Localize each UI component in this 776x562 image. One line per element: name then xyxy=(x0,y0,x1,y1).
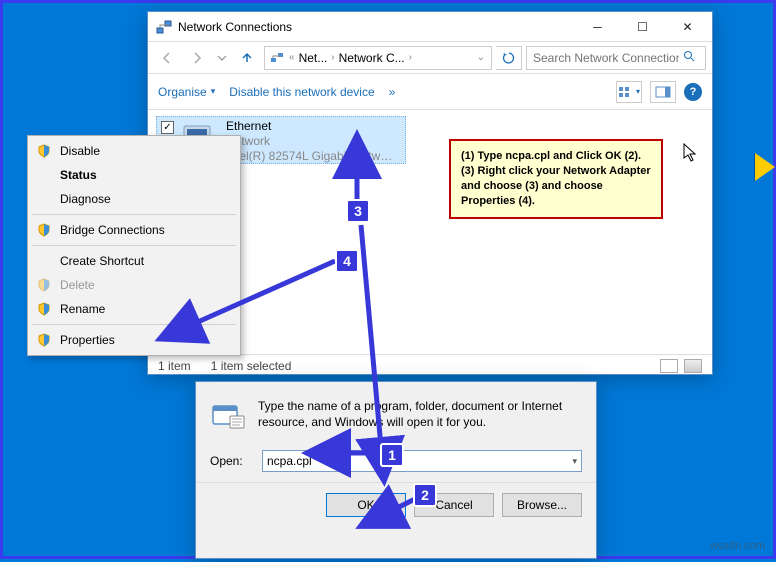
ctx-create-shortcut[interactable]: Create Shortcut xyxy=(30,249,238,273)
context-menu: Disable Status Diagnose Bridge Connectio… xyxy=(27,135,241,356)
breadcrumb-seg[interactable]: Net... xyxy=(299,51,328,65)
ctx-delete: Delete xyxy=(30,273,238,297)
thumbnails-icon xyxy=(618,86,634,98)
adapter-name: Ethernet xyxy=(226,119,396,134)
pane-icon xyxy=(655,86,671,98)
refresh-button[interactable] xyxy=(496,46,522,70)
open-combobox[interactable]: ncpa.cpl ▾ xyxy=(262,450,582,472)
adapter-checkbox[interactable]: ✓ xyxy=(161,121,174,134)
status-bar: 1 item 1 item selected xyxy=(148,354,712,376)
status-selected: 1 item selected xyxy=(211,359,292,373)
breadcrumb[interactable]: « Net... › Network C... › ⌄ xyxy=(264,46,492,70)
view-options-button[interactable]: ▾ xyxy=(616,81,642,103)
instruction-box: (1) Type ncpa.cpl and Click OK (2). (3) … xyxy=(449,139,663,219)
run-description: Type the name of a program, folder, docu… xyxy=(258,398,582,434)
ctx-rename[interactable]: Rename xyxy=(30,297,238,321)
separator xyxy=(32,245,236,246)
titlebar[interactable]: Network Connections ─ ☐ ✕ xyxy=(148,12,712,42)
cursor-icon xyxy=(683,143,699,168)
arrow-right-icon xyxy=(189,50,205,66)
network-icon xyxy=(156,19,172,35)
forward-button[interactable] xyxy=(184,45,210,71)
search-box[interactable] xyxy=(526,46,706,70)
network-folder-icon xyxy=(269,50,285,66)
window-title: Network Connections xyxy=(178,20,575,34)
run-dialog: Type the name of a program, folder, docu… xyxy=(195,381,597,559)
search-icon xyxy=(683,50,695,65)
shield-icon xyxy=(36,222,52,238)
ctx-status[interactable]: Status xyxy=(30,163,238,187)
badge-4: 4 xyxy=(335,249,359,273)
separator xyxy=(32,214,236,215)
details-view-icon[interactable] xyxy=(660,359,678,373)
run-icon xyxy=(210,398,246,434)
open-input-value[interactable]: ncpa.cpl xyxy=(267,454,312,468)
maximize-button[interactable]: ☐ xyxy=(620,13,665,41)
browse-button[interactable]: Browse... xyxy=(502,493,582,517)
close-button[interactable]: ✕ xyxy=(665,13,710,41)
help-button[interactable]: ? xyxy=(684,83,702,101)
adapter-status: Network xyxy=(226,134,396,149)
organise-menu[interactable]: Organise ▾ xyxy=(158,85,215,99)
edge-arrow-icon xyxy=(755,153,775,181)
breadcrumb-seg[interactable]: Network C... xyxy=(339,51,405,65)
search-input[interactable] xyxy=(533,51,679,65)
shield-icon xyxy=(36,332,52,348)
ctx-properties[interactable]: Properties xyxy=(30,328,238,352)
recent-dropdown[interactable] xyxy=(214,45,230,71)
badge-1: 1 xyxy=(380,443,404,467)
separator xyxy=(32,324,236,325)
adapter-device: Intel(R) 82574L Gigabit Network C... xyxy=(226,149,396,164)
open-label: Open: xyxy=(210,454,254,468)
more-commands[interactable]: » xyxy=(389,85,396,99)
watermark: wsxdn.com xyxy=(710,540,765,552)
refresh-icon xyxy=(502,51,516,65)
arrow-left-icon xyxy=(159,50,175,66)
ctx-bridge[interactable]: Bridge Connections xyxy=(30,218,238,242)
shield-icon xyxy=(36,301,52,317)
disable-device-button[interactable]: Disable this network device xyxy=(229,85,374,99)
preview-pane-button[interactable] xyxy=(650,81,676,103)
up-button[interactable] xyxy=(234,45,260,71)
ok-button[interactable]: OK xyxy=(326,493,406,517)
chevron-down-icon[interactable]: ▾ xyxy=(572,456,577,467)
back-button[interactable] xyxy=(154,45,180,71)
command-bar: Organise ▾ Disable this network device »… xyxy=(148,74,712,110)
shield-icon xyxy=(36,143,52,159)
badge-2: 2 xyxy=(413,483,437,507)
minimize-button[interactable]: ─ xyxy=(575,13,620,41)
badge-3: 3 xyxy=(346,199,370,223)
large-icons-view-icon[interactable] xyxy=(684,359,702,373)
address-bar: « Net... › Network C... › ⌄ xyxy=(148,42,712,74)
ctx-diagnose[interactable]: Diagnose xyxy=(30,187,238,211)
shield-icon xyxy=(36,277,52,293)
status-count: 1 item xyxy=(158,359,191,373)
arrow-up-icon xyxy=(239,50,255,66)
ctx-disable[interactable]: Disable xyxy=(30,139,238,163)
chevron-down-icon xyxy=(217,53,227,63)
